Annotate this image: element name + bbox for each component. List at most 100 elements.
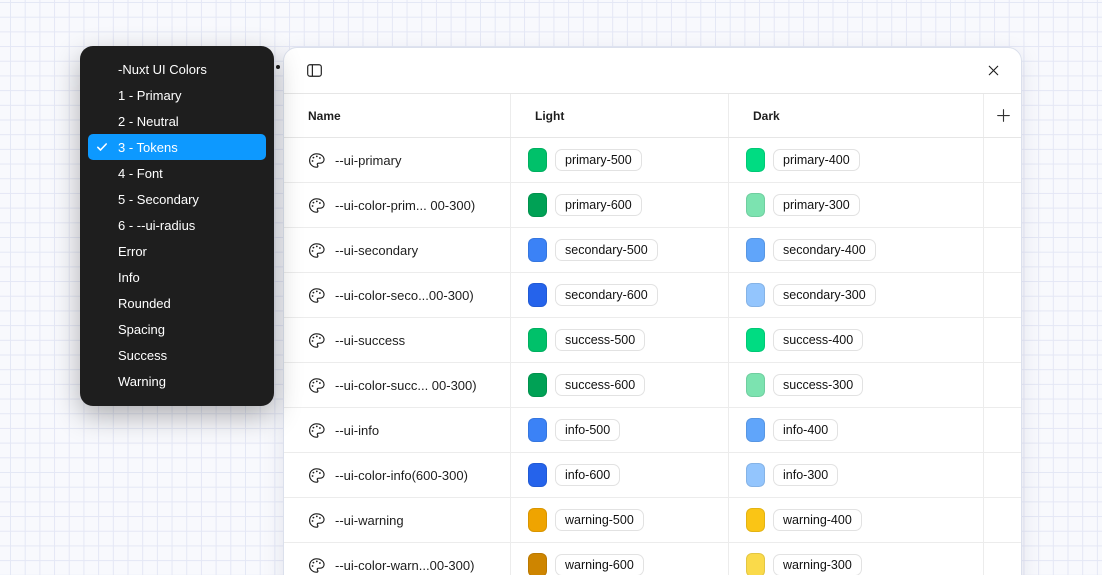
extra-cell [984,318,1022,362]
column-header-light: Light [511,94,729,137]
light-value-cell[interactable]: success-600 [511,363,729,407]
extra-cell [984,228,1022,272]
menu-item-label: 2 - Neutral [118,114,179,129]
dark-value-cell[interactable]: secondary-400 [729,228,984,272]
dark-token-badge: info-300 [773,464,838,486]
menu-item-label: 1 - Primary [118,88,182,103]
table-row[interactable]: --ui-success success-500 success-400 [284,318,1021,363]
dark-color-swatch [746,283,765,307]
table-row[interactable]: --ui-primary primary-500 primary-400 [284,138,1021,183]
light-value-cell[interactable]: primary-500 [511,138,729,182]
toggle-sidebar-button[interactable] [302,59,326,83]
menu-item[interactable]: 1 - Primary [88,82,266,108]
light-token-badge: primary-500 [555,149,642,171]
light-color-swatch [528,148,547,172]
menu-item-label: Spacing [118,322,165,337]
light-token-badge: warning-600 [555,554,644,575]
dark-color-swatch [746,463,765,487]
palette-icon [308,152,325,169]
menu-item[interactable]: Error [88,238,266,264]
menu-item[interactable]: 3 - Tokens [88,134,266,160]
dark-value-cell[interactable]: info-400 [729,408,984,452]
name-cell[interactable]: --ui-info [284,408,511,452]
variable-name: --ui-warning [335,513,404,528]
menu-item[interactable]: Spacing [88,316,266,342]
name-cell[interactable]: --ui-success [284,318,511,362]
extra-cell [984,273,1022,317]
name-cell[interactable]: --ui-color-info(600-300) [284,453,511,497]
menu-item-label: -Nuxt UI Colors [118,62,207,77]
light-color-swatch [528,508,547,532]
palette-icon [308,242,325,259]
light-token-badge: secondary-600 [555,284,658,306]
dark-color-swatch [746,553,765,575]
extra-cell [984,408,1022,452]
light-value-cell[interactable]: warning-500 [511,498,729,542]
dark-token-badge: warning-300 [773,554,862,575]
palette-icon [308,512,325,529]
table-row[interactable]: --ui-color-info(600-300) info-600 info-3… [284,453,1021,498]
menu-item-label: Rounded [118,296,171,311]
light-color-swatch [528,418,547,442]
dark-value-cell[interactable]: warning-400 [729,498,984,542]
light-value-cell[interactable]: primary-600 [511,183,729,227]
light-value-cell[interactable]: secondary-500 [511,228,729,272]
name-cell[interactable]: --ui-color-warn...00-300) [284,543,511,575]
dark-color-swatch [746,508,765,532]
palette-icon [308,467,325,484]
menu-item[interactable]: Rounded [88,290,266,316]
light-value-cell[interactable]: info-500 [511,408,729,452]
variable-name: --ui-info [335,423,379,438]
light-color-swatch [528,328,547,352]
menu-item-label: 4 - Font [118,166,163,181]
hidden-caret-dot [276,65,280,69]
name-cell[interactable]: --ui-color-prim... 00-300) [284,183,511,227]
table-row[interactable]: --ui-info info-500 info-400 [284,408,1021,453]
table-row[interactable]: --ui-color-seco...00-300) secondary-600 … [284,273,1021,318]
collection-dropdown-menu: -Nuxt UI Colors 1 - Primary 2 - Neutral … [80,46,274,406]
menu-item[interactable]: 2 - Neutral [88,108,266,134]
menu-item-label: Success [118,348,167,363]
extra-cell [984,498,1022,542]
column-header-dark: Dark [729,94,984,137]
light-value-cell[interactable]: secondary-600 [511,273,729,317]
dark-value-cell[interactable]: primary-400 [729,138,984,182]
menu-item[interactable]: 4 - Font [88,160,266,186]
name-cell[interactable]: --ui-color-succ... 00-300) [284,363,511,407]
dark-value-cell[interactable]: warning-300 [729,543,984,575]
menu-item[interactable]: Success [88,342,266,368]
extra-cell [984,183,1022,227]
light-value-cell[interactable]: info-600 [511,453,729,497]
name-cell[interactable]: --ui-primary [284,138,511,182]
table-row[interactable]: --ui-color-succ... 00-300) success-600 s… [284,363,1021,408]
dark-value-cell[interactable]: secondary-300 [729,273,984,317]
menu-item-label: Info [118,270,140,285]
table-row[interactable]: --ui-warning warning-500 warning-400 [284,498,1021,543]
dark-color-swatch [746,148,765,172]
table-header: Name Light Dark [284,94,1021,138]
close-button[interactable] [981,59,1005,83]
palette-icon [308,377,325,394]
dark-value-cell[interactable]: primary-300 [729,183,984,227]
name-cell[interactable]: --ui-color-seco...00-300) [284,273,511,317]
table-row[interactable]: --ui-color-prim... 00-300) primary-600 p… [284,183,1021,228]
light-value-cell[interactable]: success-500 [511,318,729,362]
name-cell[interactable]: --ui-secondary [284,228,511,272]
menu-item[interactable]: 6 - --ui-radius [88,212,266,238]
menu-item[interactable]: 5 - Secondary [88,186,266,212]
table-row[interactable]: --ui-secondary secondary-500 secondary-4… [284,228,1021,273]
add-mode-button[interactable] [984,94,1022,137]
name-cell[interactable]: --ui-warning [284,498,511,542]
menu-item[interactable]: -Nuxt UI Colors [88,56,266,82]
dark-value-cell[interactable]: success-300 [729,363,984,407]
sidebar-toggle-icon [306,62,323,79]
dark-value-cell[interactable]: info-300 [729,453,984,497]
light-value-cell[interactable]: warning-600 [511,543,729,575]
menu-item[interactable]: Info [88,264,266,290]
menu-item[interactable]: Warning [88,368,266,394]
dark-color-swatch [746,328,765,352]
table-row[interactable]: --ui-color-warn...00-300) warning-600 wa… [284,543,1021,575]
variables-panel: Name Light Dark --ui-primary [283,47,1022,575]
dark-value-cell[interactable]: success-400 [729,318,984,362]
variable-name: --ui-color-succ... 00-300) [335,378,477,393]
